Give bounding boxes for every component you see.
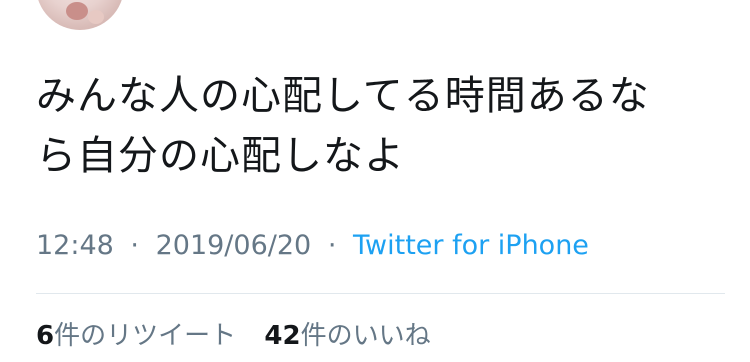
meta-separator: · [327, 230, 337, 261]
tweet-stats: 6件のリツイート 42件のいいね [36, 316, 431, 356]
avatar-detail [88, 10, 104, 24]
tweet-source-link[interactable]: Twitter for iPhone [353, 230, 589, 261]
likes-count: 42 [264, 321, 301, 351]
divider [36, 293, 725, 294]
retweets-stat[interactable]: 6件のリツイート [36, 321, 236, 351]
tweet-meta: 12:48 · 2019/06/20 · Twitter for iPhone [36, 226, 589, 266]
avatar[interactable] [36, 0, 124, 30]
tweet-text: みんな人の心配してる時間あるな ら自分の心配しなよ [36, 66, 716, 186]
retweets-label: 件のリツイート [54, 321, 237, 351]
tweet-text-line: ら自分の心配しなよ [36, 133, 405, 179]
likes-label: 件のいいね [300, 321, 431, 351]
tweet-time: 12:48 [36, 230, 114, 261]
tweet-text-line: みんな人の心配してる時間あるな [36, 73, 650, 119]
likes-stat[interactable]: 42件のいいね [264, 321, 430, 351]
tweet-date: 2019/06/20 [155, 230, 312, 261]
retweets-count: 6 [36, 321, 55, 351]
meta-separator: · [130, 230, 139, 261]
avatar-detail [66, 2, 88, 20]
